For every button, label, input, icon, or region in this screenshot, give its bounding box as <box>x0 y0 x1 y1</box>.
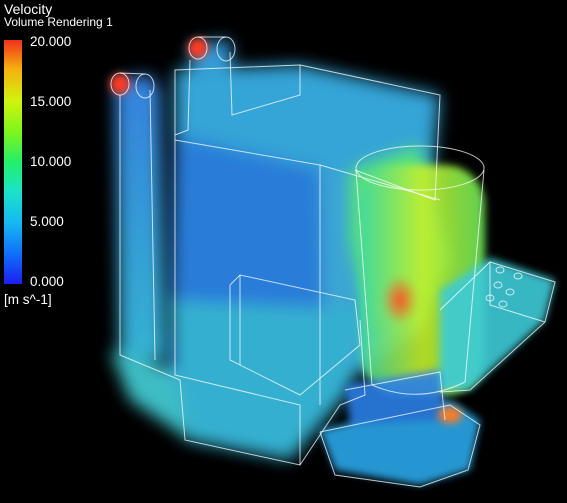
legend-tick-15: 15.000 <box>30 94 72 109</box>
legend-tick-max: 20.000 <box>30 34 72 49</box>
3d-viewport[interactable]: Velocity Volume Rendering 1 20.000 15.00… <box>0 0 567 503</box>
volume-render <box>110 36 556 488</box>
legend-subtitle: Volume Rendering 1 <box>4 15 113 29</box>
legend-tick-10: 10.000 <box>30 154 72 169</box>
legend-tick-5: 5.000 <box>30 214 64 229</box>
legend-tick-min: 0.000 <box>30 274 64 289</box>
color-scale-bar <box>4 40 22 284</box>
legend-units: [m s^-1] <box>4 292 52 307</box>
